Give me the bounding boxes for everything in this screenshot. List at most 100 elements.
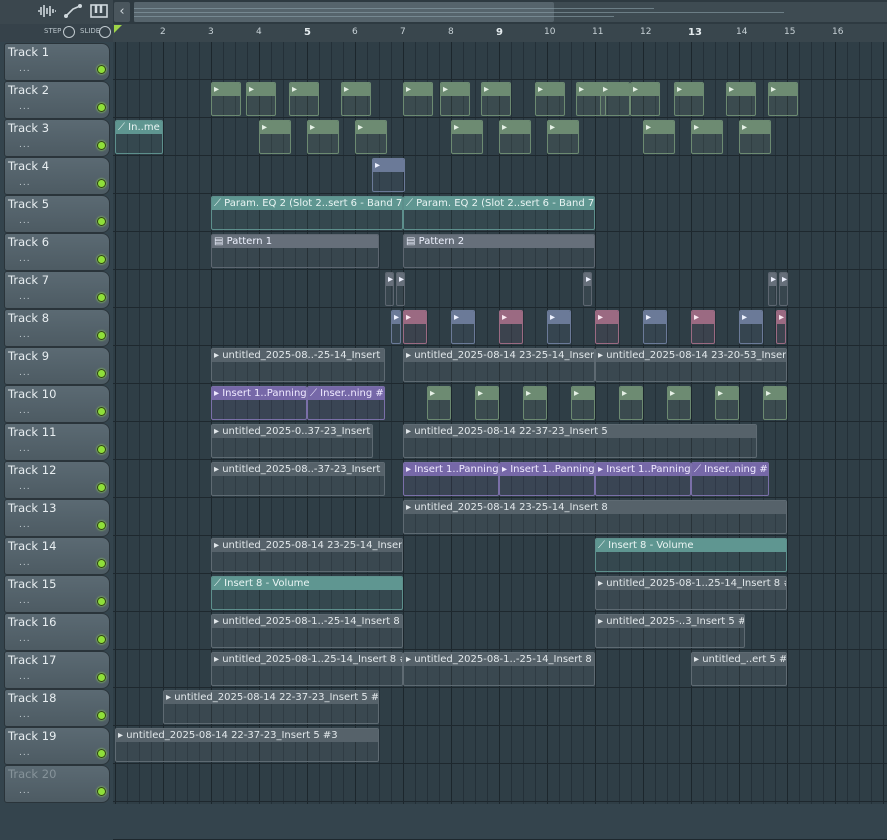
track-header[interactable]: Track 1... (4, 43, 110, 81)
track-menu-dots[interactable]: ... (19, 558, 31, 568)
pattern-clip[interactable]: ▸ (535, 82, 565, 116)
step-toggle[interactable] (63, 26, 75, 38)
pattern-clip[interactable]: ▸ (259, 120, 291, 154)
clip-t15_b[interactable]: ▸ untitled_2025-08-1..25-14_Insert 8 #2 (595, 576, 787, 610)
track-header[interactable]: Track 3... (4, 119, 110, 157)
clip-t9_c[interactable]: ▸ untitled_2025-08-14 23-20-53_Insert 8 (595, 348, 787, 382)
pattern-clip[interactable]: ▸ (571, 386, 595, 420)
pattern-clip[interactable]: ▸ (427, 386, 451, 420)
track-menu-dots[interactable]: ... (19, 634, 31, 644)
clip-t12_c[interactable]: ▸ Insert 1..Panning (499, 462, 595, 496)
track-header[interactable]: Track 4... (4, 157, 110, 195)
track-header[interactable]: Track 2... (4, 81, 110, 119)
pattern-clip[interactable]: ▸ (763, 386, 787, 420)
clip-t15_a[interactable]: ⟋ Insert 8 - Volume (211, 576, 403, 610)
track-mute-led[interactable] (97, 673, 106, 682)
clip-t11_a[interactable]: ▸ untitled_2025-0..37-23_Insert 5 (211, 424, 373, 458)
track-mute-led[interactable] (97, 103, 106, 112)
pattern-clip[interactable]: ▸ (451, 120, 483, 154)
track-menu-dots[interactable]: ... (19, 102, 31, 112)
track-menu-dots[interactable]: ... (19, 140, 31, 150)
track-menu-dots[interactable]: ... (19, 216, 31, 226)
clip-t17_c[interactable]: ▸ untitled_..ert 5 #4 (691, 652, 787, 686)
track-mute-led[interactable] (97, 331, 106, 340)
clip-t16_b[interactable]: ▸ untitled_2025-..3_Insert 5 #3 (595, 614, 745, 648)
track-mute-led[interactable] (97, 65, 106, 74)
track-mute-led[interactable] (97, 559, 106, 568)
track-mute-led[interactable] (97, 749, 106, 758)
track-header[interactable]: Track 15... (4, 575, 110, 613)
track-menu-dots[interactable]: ... (19, 596, 31, 606)
pattern-clip[interactable]: ▸ (307, 120, 339, 154)
pattern-clip[interactable]: ▸ (768, 272, 777, 306)
track-mute-led[interactable] (97, 369, 106, 378)
pattern-clip[interactable]: ▸ (674, 82, 704, 116)
pattern-clip[interactable]: ▸ (385, 272, 394, 306)
track-mute-led[interactable] (97, 255, 106, 264)
clip-t19_a[interactable]: ▸ untitled_2025-08-14 22-37-23_Insert 5 … (115, 728, 379, 762)
clip-t18_a[interactable]: ▸ untitled_2025-08-14 22-37-23_Insert 5 … (163, 690, 379, 724)
track-header[interactable]: Track 8... (4, 309, 110, 347)
pattern-clip[interactable]: ▸ (583, 272, 592, 306)
pattern-clip[interactable]: ▸ (547, 310, 571, 344)
track-menu-dots[interactable]: ... (19, 330, 31, 340)
track-mute-led[interactable] (97, 711, 106, 720)
clip-t13_a[interactable]: ▸ untitled_2025-08-14 23-25-14_Insert 8 (403, 500, 787, 534)
pattern-clip[interactable]: ▸ (475, 386, 499, 420)
clip-t6_a[interactable]: ▤ Pattern 1 (211, 234, 379, 268)
track-menu-dots[interactable]: ... (19, 482, 31, 492)
playlist-overview-scrollbar[interactable] (134, 2, 887, 22)
pattern-clip[interactable]: ▸ (499, 120, 531, 154)
track-menu-dots[interactable]: ... (19, 444, 31, 454)
clip-t12_b[interactable]: ▸ Insert 1..Panning (403, 462, 499, 496)
track-mute-led[interactable] (97, 787, 106, 796)
clip-t5_a[interactable]: ⟋ Param. EQ 2 (Slot 2..sert 6 - Band 7 f… (211, 196, 403, 230)
clip-t17_a[interactable]: ▸ untitled_2025-08-1..25-14_Insert 8 #2 (211, 652, 403, 686)
clip-t3_auto[interactable]: ⟋ In..me (115, 120, 163, 154)
pattern-clip[interactable]: ▸ (691, 310, 715, 344)
pattern-clip[interactable]: ▸ (630, 82, 660, 116)
pattern-clip[interactable]: ▸ (768, 82, 798, 116)
track-mute-led[interactable] (97, 521, 106, 530)
automation-curve-icon[interactable] (62, 3, 84, 21)
track-mute-led[interactable] (97, 293, 106, 302)
piano-roll-icon[interactable] (88, 3, 110, 21)
clip-t16_a[interactable]: ▸ untitled_2025-08-1..-25-14_Insert 8 #2 (211, 614, 403, 648)
track-menu-dots[interactable]: ... (19, 254, 31, 264)
pattern-clip[interactable]: ▸ (451, 310, 475, 344)
track-mute-led[interactable] (97, 141, 106, 150)
pattern-clip[interactable]: ▸ (481, 82, 511, 116)
track-mute-led[interactable] (97, 407, 106, 416)
clip-t5_b[interactable]: ⟋ Param. EQ 2 (Slot 2..sert 6 - Band 7 f… (403, 196, 595, 230)
track-menu-dots[interactable]: ... (19, 406, 31, 416)
pattern-clip[interactable]: ▸ (246, 82, 276, 116)
clip-t10_a[interactable]: ▸ Insert 1..Panning (211, 386, 307, 420)
track-menu-dots[interactable]: ... (19, 292, 31, 302)
pattern-clip[interactable]: ▸ (403, 82, 433, 116)
track-menu-dots[interactable]: ... (19, 64, 31, 74)
track-header[interactable]: Track 10... (4, 385, 110, 423)
pattern-clip[interactable]: ▸ (726, 82, 756, 116)
pattern-clip[interactable]: ▸ (372, 158, 405, 192)
clip-t17_b[interactable]: ▸ untitled_2025-08-1..-25-14_Insert 8 #2 (403, 652, 595, 686)
pattern-clip[interactable]: ▸ (667, 386, 691, 420)
scroll-left-button[interactable]: ‹ (114, 2, 130, 22)
track-mute-led[interactable] (97, 217, 106, 226)
playhead-marker[interactable] (114, 25, 122, 33)
clip-t12_e[interactable]: ⟋ Inser..ning #2 (691, 462, 769, 496)
pattern-clip[interactable]: ▸ (547, 120, 579, 154)
clip-t9_a[interactable]: ▸ untitled_2025-08..-25-14_Insert 8 (211, 348, 385, 382)
track-header[interactable]: Track 18... (4, 689, 110, 727)
pattern-clip[interactable]: ▸ (779, 272, 788, 306)
clip-t12_a[interactable]: ▸ untitled_2025-08..-37-23_Insert 5 (211, 462, 385, 496)
track-header[interactable]: Track 5... (4, 195, 110, 233)
pattern-clip[interactable]: ▸ (440, 82, 470, 116)
pattern-clip[interactable]: ▸ (391, 310, 401, 344)
pattern-clip[interactable]: ▸ (595, 310, 619, 344)
pattern-clip[interactable]: ▸ (643, 310, 667, 344)
track-menu-dots[interactable]: ... (19, 520, 31, 530)
pattern-clip[interactable]: ▸ (403, 310, 427, 344)
pattern-clip[interactable]: ▸ (691, 120, 723, 154)
pattern-clip[interactable]: ▸ (523, 386, 547, 420)
track-menu-dots[interactable]: ... (19, 786, 31, 796)
